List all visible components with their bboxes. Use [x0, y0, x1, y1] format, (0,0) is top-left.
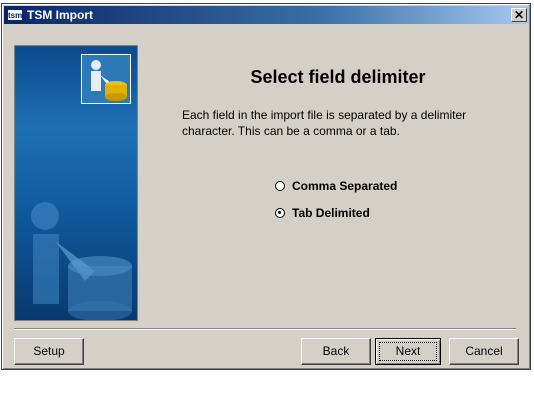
option-comma-separated[interactable]: Comma Separated: [275, 178, 397, 194]
setup-button[interactable]: Setup: [14, 338, 84, 365]
cancel-button[interactable]: Cancel: [449, 338, 519, 365]
import-dialog: tsm TSM Import ✕ Select field delimiter …: [1, 3, 531, 370]
back-button[interactable]: Back: [301, 338, 371, 365]
option-label-comma: Comma Separated: [292, 179, 398, 193]
page-heading: Select field delimiter: [250, 67, 426, 87]
button-separator: [14, 328, 516, 330]
page-description: Each field in the import file is separat…: [182, 108, 467, 138]
wizard-side-image: [14, 45, 138, 321]
window-title: TSM Import: [27, 8, 93, 22]
tsm-app-icon: tsm: [7, 9, 23, 21]
option-label-tab: Tab Delimited: [292, 206, 370, 220]
radio-tab[interactable]: [275, 208, 285, 218]
option-tab-delimited[interactable]: Tab Delimited: [275, 205, 370, 221]
next-button[interactable]: Next: [375, 338, 441, 365]
radio-comma[interactable]: [275, 181, 285, 191]
title-bar[interactable]: tsm TSM Import ✕: [4, 6, 529, 24]
focus-rect: [379, 342, 437, 361]
person-database-graphic-icon: [31, 202, 132, 320]
close-button[interactable]: ✕: [511, 8, 527, 22]
